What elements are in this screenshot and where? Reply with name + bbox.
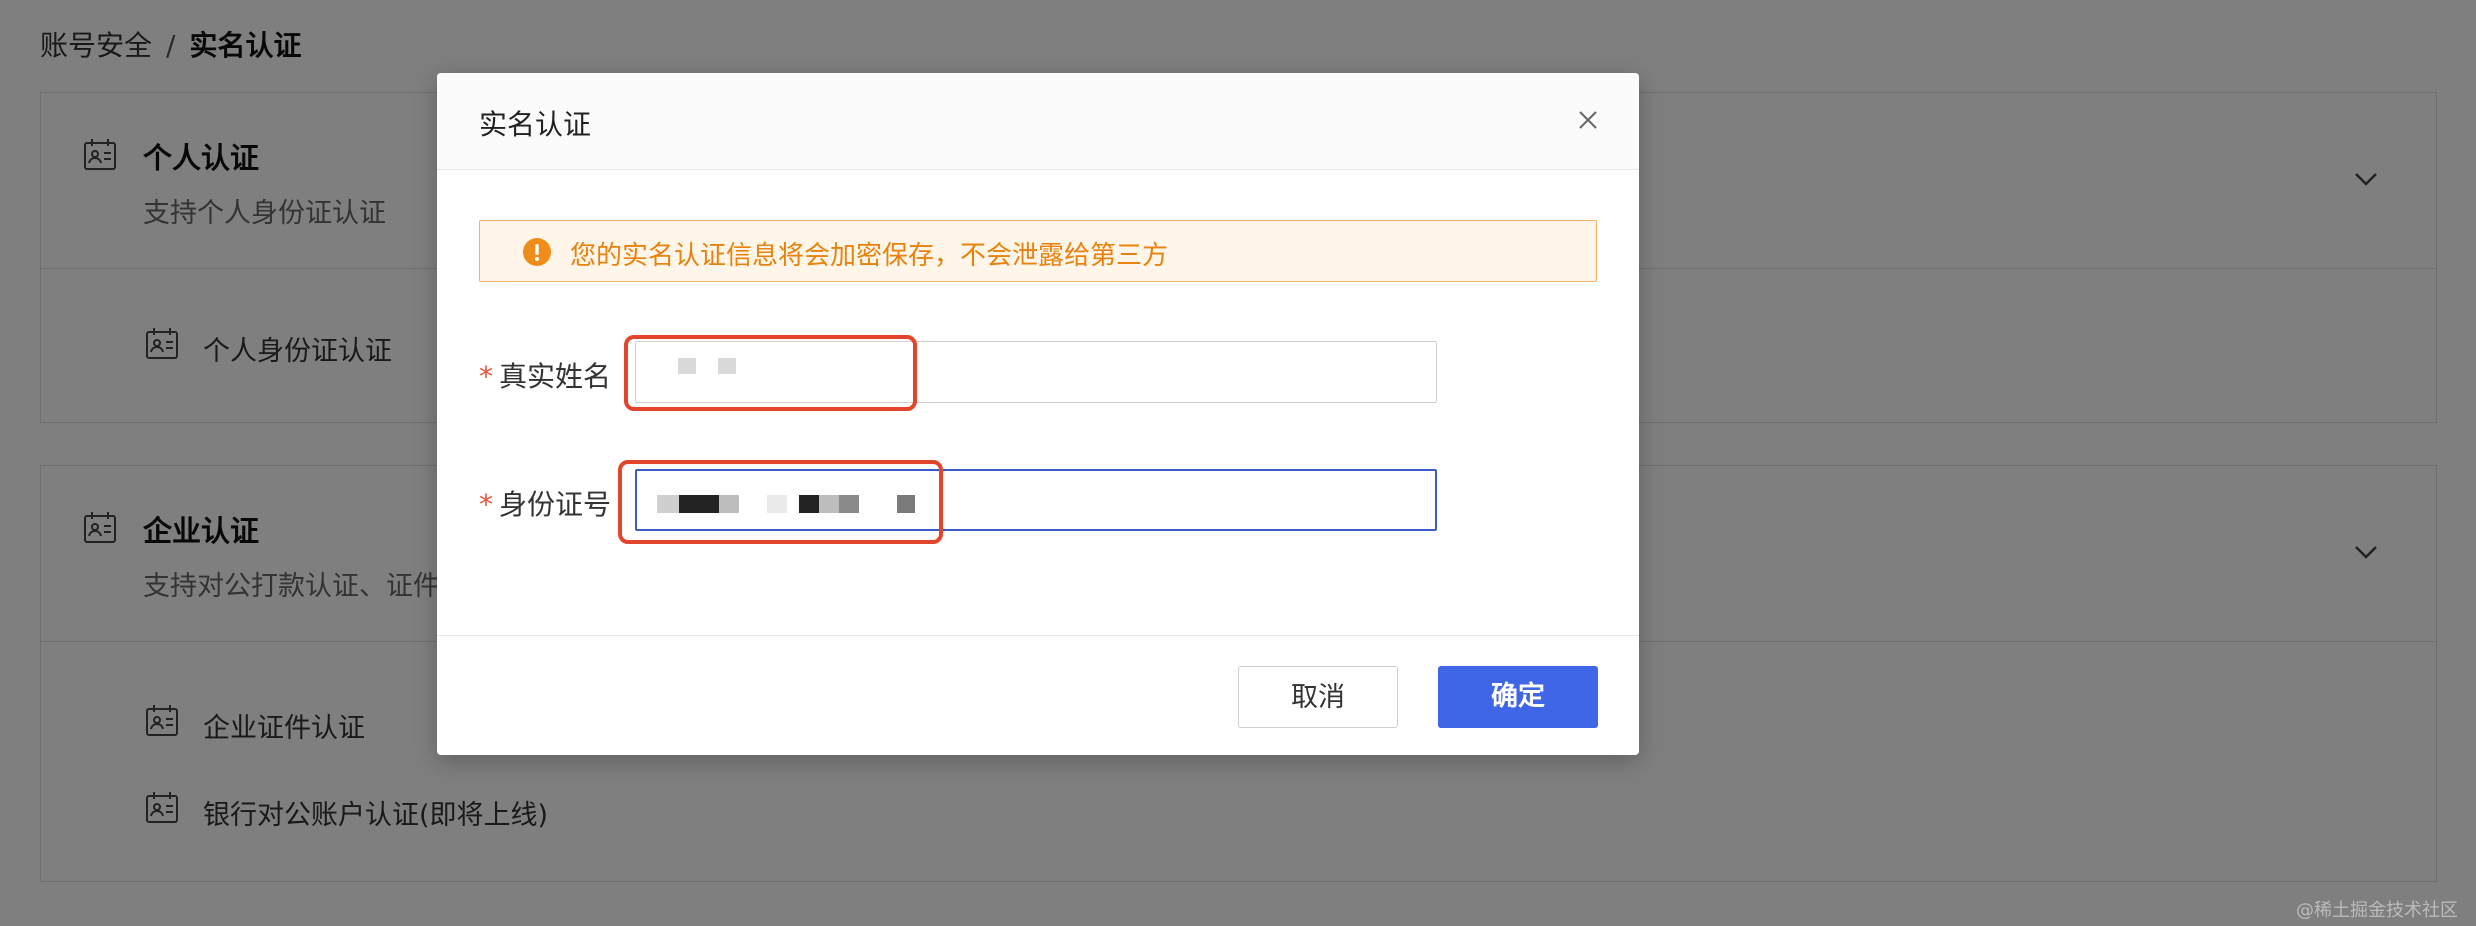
real-name-dialog: 实名认证 您的实名认证信息将会加密保存，不会泄露给第三方 * 真实姓名 * 身份证号: [437, 73, 1639, 755]
highlight-box: [618, 460, 943, 544]
highlight-box: [624, 335, 917, 411]
privacy-alert: 您的实名认证信息将会加密保存，不会泄露给第三方: [479, 220, 1597, 282]
confirm-button[interactable]: 确定: [1438, 666, 1598, 728]
real-name-label: * 真实姓名: [479, 360, 612, 393]
alert-text: 您的实名认证信息将会加密保存，不会泄露给第三方: [570, 241, 1169, 271]
dialog-header: 实名认证: [437, 73, 1639, 170]
dialog-footer-divider: [437, 635, 1639, 636]
id-number-label: * 身份证号: [479, 488, 612, 521]
cancel-button[interactable]: 取消: [1238, 666, 1398, 728]
dialog-title: 实名认证: [479, 108, 592, 141]
close-icon[interactable]: [1577, 109, 1599, 131]
warning-icon: [522, 237, 552, 271]
watermark: @稀土掘金技术社区: [2296, 900, 2458, 921]
